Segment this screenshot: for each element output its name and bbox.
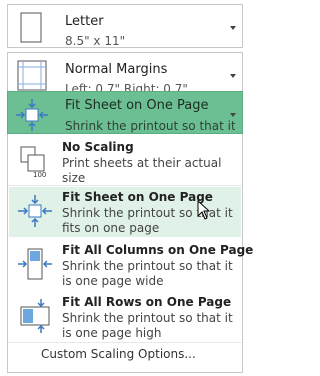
custom-scaling-options-link[interactable]: Custom Scaling Options... [41,347,196,361]
scaling-subtitle: Shrink the printout so that it ... [65,119,235,133]
mouse-cursor-icon [197,200,211,220]
chevron-down-icon [230,113,236,117]
paper-size-dropdown[interactable]: Letter 8.5" x 11" [7,4,243,48]
fit-sheet-title: Fit Sheet on One Page [62,190,213,204]
paper-icon [20,12,42,43]
fit-rows-title: Fit All Rows on One Page [62,295,232,309]
scaling-menu: 100 No Scaling Print sheets at their act… [7,134,253,373]
fit-columns-desc: Shrink the printout so that it is one pa… [62,259,233,288]
margins-title: Normal Margins [65,62,168,77]
fit-sheet-desc: Shrink the printout so that it fits on o… [62,206,233,235]
menu-item-fit-columns[interactable]: Fit All Columns on One Page Shrink the p… [9,240,253,288]
fit-rows-icon [20,299,50,333]
fit-columns-title: Fit All Columns on One Page [62,243,254,257]
chevron-down-icon [230,26,236,30]
paper-size-subtitle: 8.5" x 11" [65,34,126,48]
paper-size-title: Letter [65,14,104,29]
fit-sheet-icon [18,195,52,227]
scaling-title: Fit Sheet on One Page [65,98,209,113]
divider [8,185,242,186]
scaling-dropdown[interactable]: Fit Sheet on One Page Shrink the printou… [7,91,243,134]
menu-item-fit-rows[interactable]: Fit All Rows on One Page Shrink the prin… [9,292,241,340]
fit-sheet-icon [16,99,48,131]
no-scaling-icon: 100 [20,146,46,179]
no-scaling-title: No Scaling [62,140,134,154]
chevron-down-icon [230,74,236,78]
no-scaling-desc: Print sheets at their actual size [62,156,222,185]
margins-dropdown[interactable]: Normal Margins Left: 0.7" Right: 0.7" [7,52,243,96]
menu-item-no-scaling[interactable]: 100 No Scaling Print sheets at their act… [9,137,241,185]
fit-rows-desc: Shrink the printout so that it is one pa… [62,311,233,340]
divider [8,342,242,343]
fit-columns-icon [18,248,52,280]
no-scaling-badge: 100 [33,171,46,179]
margins-icon [17,60,47,91]
